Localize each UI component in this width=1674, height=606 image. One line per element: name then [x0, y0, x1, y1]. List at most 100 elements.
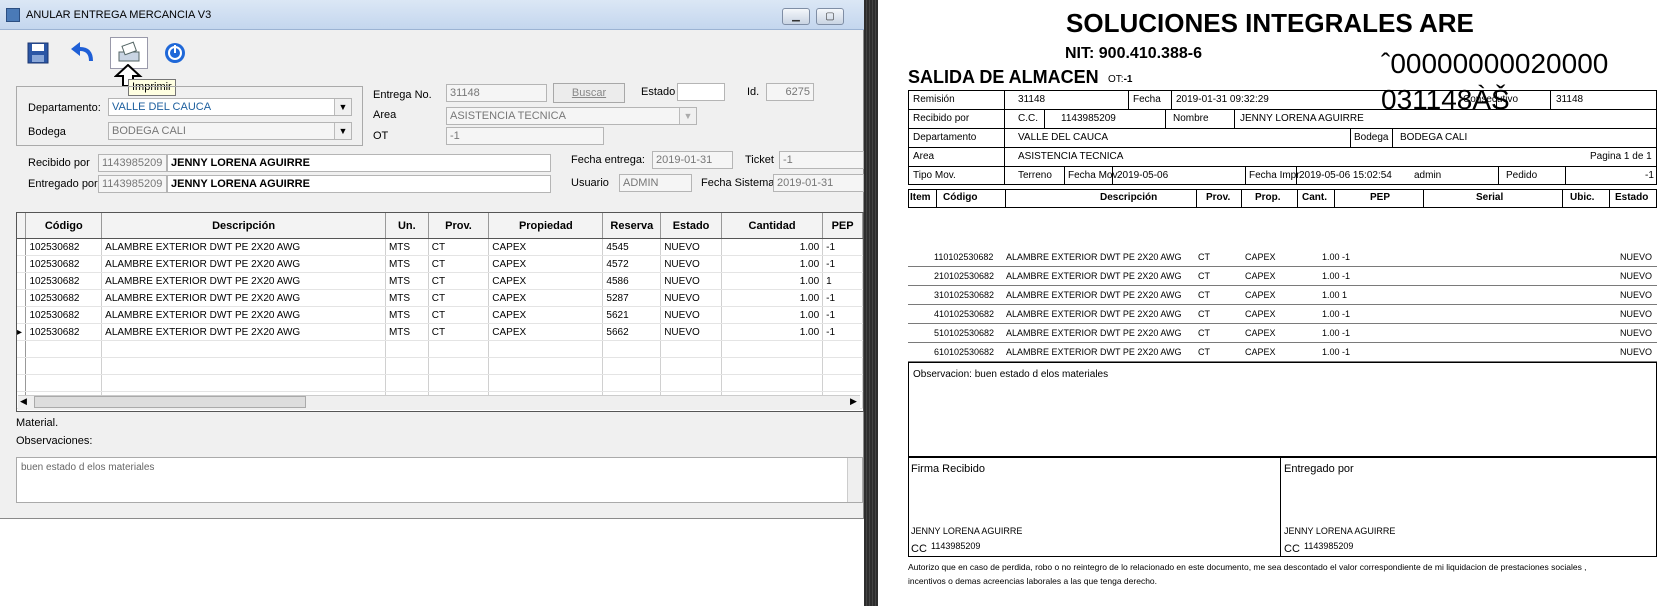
table-cell[interactable]: MTS: [385, 323, 429, 341]
table-cell[interactable]: CAPEX: [488, 238, 604, 256]
table-row[interactable]: 102530682 ALAMBRE EXTERIOR DWT PE 2X20 AW…: [17, 255, 863, 273]
entrega-input[interactable]: 31148: [446, 84, 547, 102]
table-cell[interactable]: CAPEX: [488, 272, 604, 290]
table-cell[interactable]: NUEVO: [660, 238, 722, 256]
ticket-input[interactable]: -1: [779, 151, 864, 169]
usuario-input[interactable]: ADMIN: [619, 174, 692, 192]
table-cell[interactable]: [101, 340, 386, 358]
scroll-left-icon[interactable]: ◀: [20, 396, 27, 407]
col-header[interactable]: Un.: [385, 213, 429, 239]
row-selector[interactable]: [17, 289, 27, 307]
table-cell[interactable]: ALAMBRE EXTERIOR DWT PE 2X20 AWG: [101, 306, 386, 324]
col-header[interactable]: Prov.: [428, 213, 490, 239]
scrollbar-thumb[interactable]: [34, 396, 306, 408]
row-selector[interactable]: [17, 306, 27, 324]
table-cell[interactable]: [25, 340, 103, 358]
table-cell[interactable]: NUEVO: [660, 255, 722, 273]
row-selector[interactable]: [17, 272, 27, 290]
table-cell[interactable]: NUEVO: [660, 272, 722, 290]
row-selector[interactable]: [17, 374, 27, 392]
table-cell[interactable]: [721, 374, 824, 392]
table-cell[interactable]: 1.00: [721, 238, 824, 256]
table-cell[interactable]: NUEVO: [660, 323, 722, 341]
table-cell[interactable]: [602, 374, 662, 392]
table-cell[interactable]: CAPEX: [488, 306, 604, 324]
table-cell[interactable]: [25, 374, 103, 392]
col-header[interactable]: Cantidad: [721, 213, 824, 239]
items-grid[interactable]: Código Descripción Un. Prov. Propiedad R…: [16, 212, 864, 412]
table-cell[interactable]: ALAMBRE EXTERIOR DWT PE 2X20 AWG: [101, 255, 386, 273]
table-cell[interactable]: [721, 357, 824, 375]
table-cell[interactable]: [428, 357, 490, 375]
table-cell[interactable]: [602, 357, 662, 375]
table-cell[interactable]: 1.00: [721, 289, 824, 307]
table-cell[interactable]: 1.00: [721, 255, 824, 273]
table-cell[interactable]: [25, 357, 103, 375]
table-cell[interactable]: ALAMBRE EXTERIOR DWT PE 2X20 AWG: [101, 289, 386, 307]
table-cell[interactable]: -1: [822, 323, 863, 341]
table-cell[interactable]: 1.00: [721, 306, 824, 324]
bodega-select[interactable]: BODEGA CALI ▼: [108, 122, 352, 140]
table-cell[interactable]: [822, 340, 863, 358]
row-selector[interactable]: [17, 238, 27, 256]
table-cell[interactable]: 102530682: [25, 323, 103, 341]
table-cell[interactable]: CAPEX: [488, 289, 604, 307]
table-row[interactable]: 102530682 ALAMBRE EXTERIOR DWT PE 2X20 AW…: [17, 272, 863, 290]
table-cell[interactable]: -1: [822, 306, 863, 324]
departamento-select[interactable]: VALLE DEL CAUCA ▼: [108, 98, 352, 116]
table-cell[interactable]: 5621: [602, 306, 662, 324]
undo-button[interactable]: [65, 37, 103, 69]
table-cell[interactable]: NUEVO: [660, 306, 722, 324]
table-cell[interactable]: NUEVO: [660, 289, 722, 307]
table-cell[interactable]: 102530682: [25, 238, 103, 256]
col-header[interactable]: Estado: [660, 213, 722, 239]
table-cell[interactable]: 1.00: [721, 323, 824, 341]
table-row[interactable]: [17, 357, 863, 375]
area-select[interactable]: ASISTENCIA TECNICA ▼: [446, 107, 697, 125]
row-selector[interactable]: [17, 340, 27, 358]
table-cell[interactable]: 4586: [602, 272, 662, 290]
table-row[interactable]: 102530682 ALAMBRE EXTERIOR DWT PE 2X20 AW…: [17, 238, 863, 256]
col-header[interactable]: PEP: [822, 213, 863, 239]
table-row[interactable]: 102530682 ALAMBRE EXTERIOR DWT PE 2X20 AW…: [17, 306, 863, 324]
save-button[interactable]: [19, 37, 57, 69]
table-cell[interactable]: CAPEX: [488, 255, 604, 273]
table-cell[interactable]: 1.00: [721, 272, 824, 290]
entregado-id-input[interactable]: 1143985209: [98, 175, 167, 193]
col-header[interactable]: Reserva: [602, 213, 662, 239]
col-header[interactable]: Código: [25, 213, 103, 239]
table-cell[interactable]: [822, 374, 863, 392]
table-cell[interactable]: -1: [822, 289, 863, 307]
table-cell[interactable]: [428, 374, 490, 392]
fecha-sistema-input[interactable]: 2019-01-31: [773, 174, 864, 192]
fecha-entrega-input[interactable]: 2019-01-31: [652, 151, 733, 169]
table-row[interactable]: [17, 340, 863, 358]
table-cell[interactable]: [385, 357, 429, 375]
table-cell[interactable]: MTS: [385, 272, 429, 290]
table-cell[interactable]: CT: [428, 306, 490, 324]
table-cell[interactable]: [488, 340, 604, 358]
ot-input[interactable]: -1: [446, 127, 604, 145]
table-cell[interactable]: [660, 357, 722, 375]
table-row[interactable]: [17, 374, 863, 392]
table-row[interactable]: ▸ 102530682 ALAMBRE EXTERIOR DWT PE 2X20 A…: [17, 323, 863, 341]
id-input[interactable]: 6275: [766, 83, 814, 101]
table-cell[interactable]: [602, 340, 662, 358]
col-header[interactable]: Descripción: [101, 213, 386, 239]
table-cell[interactable]: 102530682: [25, 306, 103, 324]
table-cell[interactable]: [721, 340, 824, 358]
table-cell[interactable]: 4545: [602, 238, 662, 256]
maximize-button[interactable]: ▢: [816, 8, 844, 25]
table-cell[interactable]: 102530682: [25, 272, 103, 290]
table-cell[interactable]: -1: [822, 255, 863, 273]
table-row[interactable]: 102530682 ALAMBRE EXTERIOR DWT PE 2X20 AW…: [17, 289, 863, 307]
table-cell[interactable]: CT: [428, 272, 490, 290]
table-cell[interactable]: MTS: [385, 238, 429, 256]
table-cell[interactable]: MTS: [385, 306, 429, 324]
table-cell[interactable]: [101, 374, 386, 392]
table-cell[interactable]: [660, 340, 722, 358]
buscar-button[interactable]: Buscar: [553, 83, 625, 103]
table-cell[interactable]: 102530682: [25, 255, 103, 273]
table-cell[interactable]: 4572: [602, 255, 662, 273]
observaciones-textarea[interactable]: buen estado d elos materiales: [16, 457, 863, 503]
